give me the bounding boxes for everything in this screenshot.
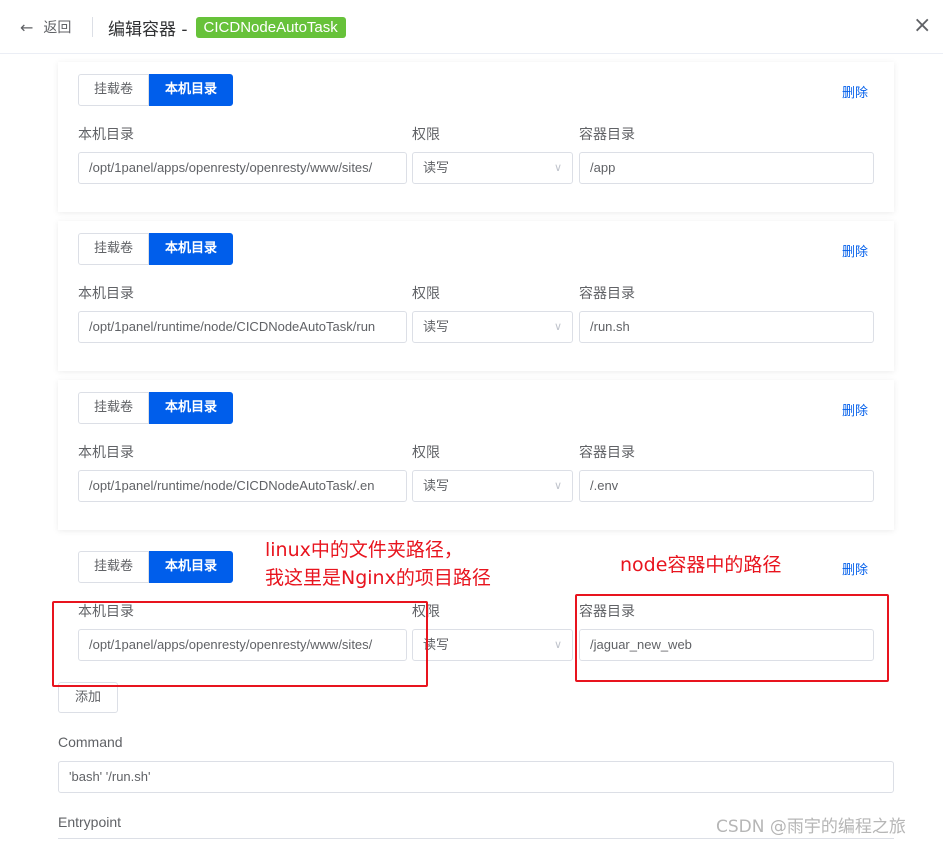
- back-label: 返回: [43, 20, 72, 36]
- host-dir-input[interactable]: /opt/1panel/apps/openresty/openresty/www…: [78, 152, 407, 184]
- back-button[interactable]: ← 返回: [20, 17, 71, 37]
- drawer-header: ← 返回 编辑容器 - CICDNodeAutoTask ×: [0, 0, 943, 54]
- mount-card-3: 挂载卷 本机目录 删除 本机目录 权限 容器目录 /opt/1panel/run…: [58, 380, 894, 530]
- add-mount-button[interactable]: 添加: [58, 682, 118, 713]
- container-dir-label: 容器目录: [579, 127, 635, 143]
- delete-mount-button[interactable]: 删除: [842, 241, 868, 260]
- host-dir-label: 本机目录: [78, 127, 134, 143]
- permission-select[interactable]: 读写 ∨: [412, 629, 573, 661]
- title-text: 编辑容器 -: [108, 20, 188, 40]
- permission-label: 权限: [412, 604, 440, 620]
- container-dir-label: 容器目录: [579, 445, 635, 461]
- delete-mount-button[interactable]: 删除: [842, 82, 868, 101]
- volume-option[interactable]: 挂载卷: [78, 74, 150, 106]
- permission-select[interactable]: 读写 ∨: [412, 152, 573, 184]
- host-dir-option[interactable]: 本机目录: [149, 392, 234, 424]
- mount-card-2: 挂载卷 本机目录 删除 本机目录 权限 容器目录 /opt/1panel/run…: [58, 221, 894, 371]
- host-dir-input[interactable]: /opt/1panel/runtime/node/CICDNodeAutoTas…: [78, 470, 407, 502]
- annotation-container: node容器中的路径: [620, 554, 782, 576]
- volume-option[interactable]: 挂载卷: [78, 551, 150, 583]
- permission-value: 读写: [423, 160, 450, 175]
- watermark: CSDN @雨宇的编程之旅: [716, 817, 906, 837]
- host-dir-option[interactable]: 本机目录: [149, 233, 234, 265]
- chevron-down-icon: ∨: [553, 162, 562, 174]
- host-dir-input[interactable]: /opt/1panel/apps/openresty/openresty/www…: [78, 629, 407, 661]
- host-dir-label: 本机目录: [78, 445, 134, 461]
- mount-type-switch: 挂载卷 本机目录: [78, 551, 234, 583]
- command-input[interactable]: 'bash' '/run.sh': [58, 761, 894, 793]
- page-title: 编辑容器 - CICDNodeAutoTask: [108, 15, 346, 40]
- header-divider: [92, 17, 93, 37]
- permission-select[interactable]: 读写 ∨: [412, 311, 573, 343]
- chevron-down-icon: ∨: [553, 480, 562, 492]
- container-dir-input[interactable]: /app: [579, 152, 874, 184]
- permission-label: 权限: [412, 445, 440, 461]
- chevron-down-icon: ∨: [553, 639, 562, 651]
- host-dir-option[interactable]: 本机目录: [149, 551, 234, 583]
- permission-label: 权限: [412, 127, 440, 143]
- container-dir-input[interactable]: /run.sh: [579, 311, 874, 343]
- host-dir-label: 本机目录: [78, 604, 134, 620]
- container-dir-input[interactable]: /jaguar_new_web: [579, 629, 874, 661]
- container-dir-label: 容器目录: [579, 286, 635, 302]
- permission-label: 权限: [412, 286, 440, 302]
- left-arrow-icon: ←: [20, 17, 34, 37]
- annotation-host-line2: 我这里是Nginx的项目路径: [265, 567, 491, 589]
- host-dir-option[interactable]: 本机目录: [149, 74, 234, 106]
- container-name-tag: CICDNodeAutoTask: [195, 17, 346, 38]
- mount-card-1: 挂载卷 本机目录 删除 本机目录 权限 容器目录 /opt/1panel/app…: [58, 62, 894, 212]
- entrypoint-label: Entrypoint: [58, 814, 122, 830]
- container-dir-input[interactable]: /.env: [579, 470, 874, 502]
- container-dir-label: 容器目录: [579, 604, 635, 620]
- permission-value: 读写: [423, 478, 450, 493]
- mount-type-switch: 挂载卷 本机目录: [78, 392, 234, 424]
- permission-select[interactable]: 读写 ∨: [412, 470, 573, 502]
- permission-value: 读写: [423, 637, 450, 652]
- close-icon[interactable]: ×: [913, 14, 931, 38]
- delete-mount-button[interactable]: 删除: [842, 559, 868, 578]
- command-label: Command: [58, 734, 123, 750]
- delete-mount-button[interactable]: 删除: [842, 400, 868, 419]
- mount-type-switch: 挂载卷 本机目录: [78, 233, 234, 265]
- host-dir-label: 本机目录: [78, 286, 134, 302]
- volume-option[interactable]: 挂载卷: [78, 392, 150, 424]
- mount-type-switch: 挂载卷 本机目录: [78, 74, 234, 106]
- host-dir-input[interactable]: /opt/1panel/runtime/node/CICDNodeAutoTas…: [78, 311, 407, 343]
- annotation-host-line1: linux中的文件夹路径，: [265, 539, 463, 561]
- entrypoint-input[interactable]: [58, 838, 894, 842]
- volume-option[interactable]: 挂载卷: [78, 233, 150, 265]
- chevron-down-icon: ∨: [553, 321, 562, 333]
- permission-value: 读写: [423, 319, 450, 334]
